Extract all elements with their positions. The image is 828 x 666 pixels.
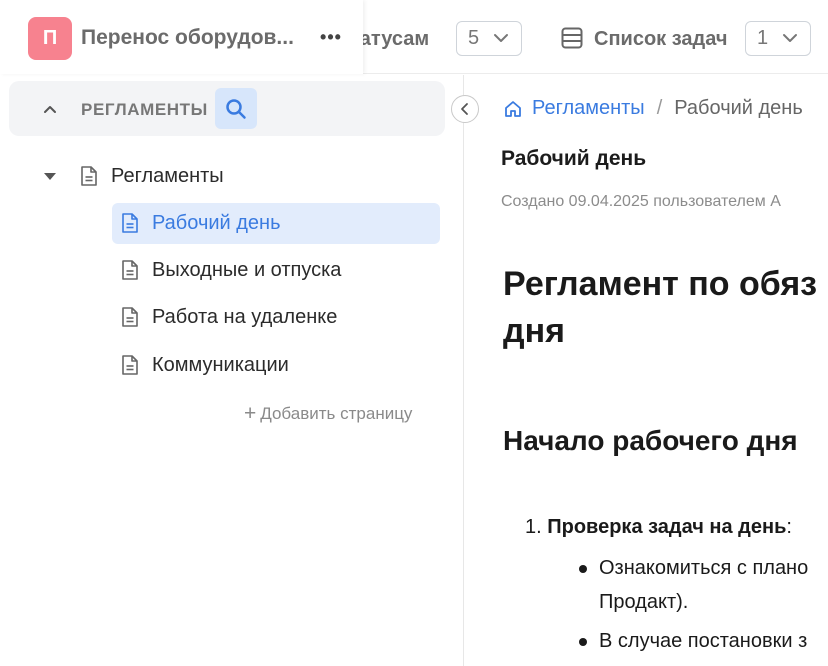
bullet-item: В случае постановки з bbox=[599, 624, 807, 658]
more-options-icon[interactable]: ••• bbox=[318, 24, 344, 50]
search-icon bbox=[226, 98, 246, 119]
sidebar-section-header: РЕГЛАМЕНТЫ bbox=[9, 81, 445, 136]
created-meta: Создано 09.04.2025 пользователем А bbox=[501, 193, 781, 210]
bullet-item: Ознакомиться с плано Продакт). bbox=[599, 551, 808, 619]
chevron-down-icon bbox=[783, 34, 797, 42]
caret-down-icon[interactable] bbox=[44, 173, 56, 180]
breadcrumb-separator: / bbox=[656, 97, 663, 119]
tree-item-kommunikacii[interactable]: Коммуникации bbox=[112, 345, 440, 386]
document-icon bbox=[122, 307, 138, 327]
breadcrumb-link[interactable]: Регламенты bbox=[532, 97, 645, 120]
add-page-button[interactable]: + Добавить страницу bbox=[244, 402, 412, 426]
status-count-value: 5 bbox=[468, 27, 480, 49]
list-item-suffix: : bbox=[786, 516, 792, 538]
list-item-bold: Проверка задач на день bbox=[547, 516, 787, 538]
bullet-line: Продакт). bbox=[599, 591, 689, 613]
bullet-line: Ознакомиться с плано bbox=[599, 557, 809, 579]
plus-icon: + bbox=[244, 402, 257, 425]
tree-root-item[interactable]: Регламенты bbox=[0, 155, 464, 199]
task-list-count-select[interactable]: 1 bbox=[745, 21, 811, 56]
project-name[interactable]: Перенос оборудов... bbox=[81, 26, 294, 50]
sidebar-section-title: РЕГЛАМЕНТЫ bbox=[81, 100, 208, 119]
tree-item-label: Рабочий день bbox=[152, 212, 281, 234]
tree-item-vyhodnye[interactable]: Выходные и отпуска bbox=[112, 250, 440, 291]
list-number: 1. bbox=[525, 516, 542, 538]
project-header[interactable]: П Перенос оборудов... ••• bbox=[0, 0, 363, 74]
chevron-left-icon bbox=[461, 103, 468, 115]
sidebar: РЕГЛАМЕНТЫ Регламенты Рабочий день Выход… bbox=[0, 75, 464, 666]
chevron-down-icon bbox=[494, 34, 508, 42]
home-icon[interactable] bbox=[503, 99, 523, 119]
tree-root-label: Регламенты bbox=[111, 165, 224, 187]
add-page-label: Добавить страницу bbox=[260, 404, 413, 423]
ordered-list-item: 1. Проверка задач на день: bbox=[525, 516, 792, 539]
task-list-icon bbox=[561, 27, 583, 49]
breadcrumb: Регламенты / Рабочий день bbox=[503, 97, 803, 120]
task-list-label[interactable]: Список задач bbox=[594, 28, 727, 51]
tree-item-label: Выходные и отпуска bbox=[152, 259, 342, 281]
tree-item-label: Коммуникации bbox=[152, 354, 289, 376]
document-icon bbox=[122, 355, 138, 375]
chevron-up-icon[interactable] bbox=[42, 103, 58, 115]
bullet-dot bbox=[579, 565, 587, 573]
status-count-select[interactable]: 5 bbox=[456, 21, 522, 56]
heading-1-line: Регламент по обяз bbox=[503, 265, 818, 303]
project-avatar: П bbox=[28, 17, 72, 60]
bullet-line: В случае постановки з bbox=[599, 630, 808, 652]
document-icon bbox=[81, 166, 97, 186]
bullet-dot bbox=[579, 638, 587, 646]
sidebar-collapse-button[interactable] bbox=[451, 95, 479, 123]
document-icon bbox=[122, 260, 138, 280]
document-icon bbox=[122, 213, 138, 233]
heading-1-line: дня bbox=[503, 312, 565, 350]
document-content: Регламенты / Рабочий день Рабочий день С… bbox=[465, 75, 828, 666]
search-button[interactable] bbox=[215, 88, 257, 129]
document-heading-1: Регламент по обяз дня bbox=[503, 261, 828, 355]
tree-item-label: Работа на удаленке bbox=[152, 306, 338, 328]
page-title: Рабочий день bbox=[501, 147, 647, 170]
tree-item-udalenka[interactable]: Работа на удаленке bbox=[112, 297, 440, 338]
document-heading-2: Начало рабочего дня bbox=[503, 425, 798, 456]
breadcrumb-current: Рабочий день bbox=[674, 97, 803, 119]
task-list-count-value: 1 bbox=[757, 27, 769, 49]
tree-item-rabochiy-den[interactable]: Рабочий день bbox=[112, 203, 440, 244]
